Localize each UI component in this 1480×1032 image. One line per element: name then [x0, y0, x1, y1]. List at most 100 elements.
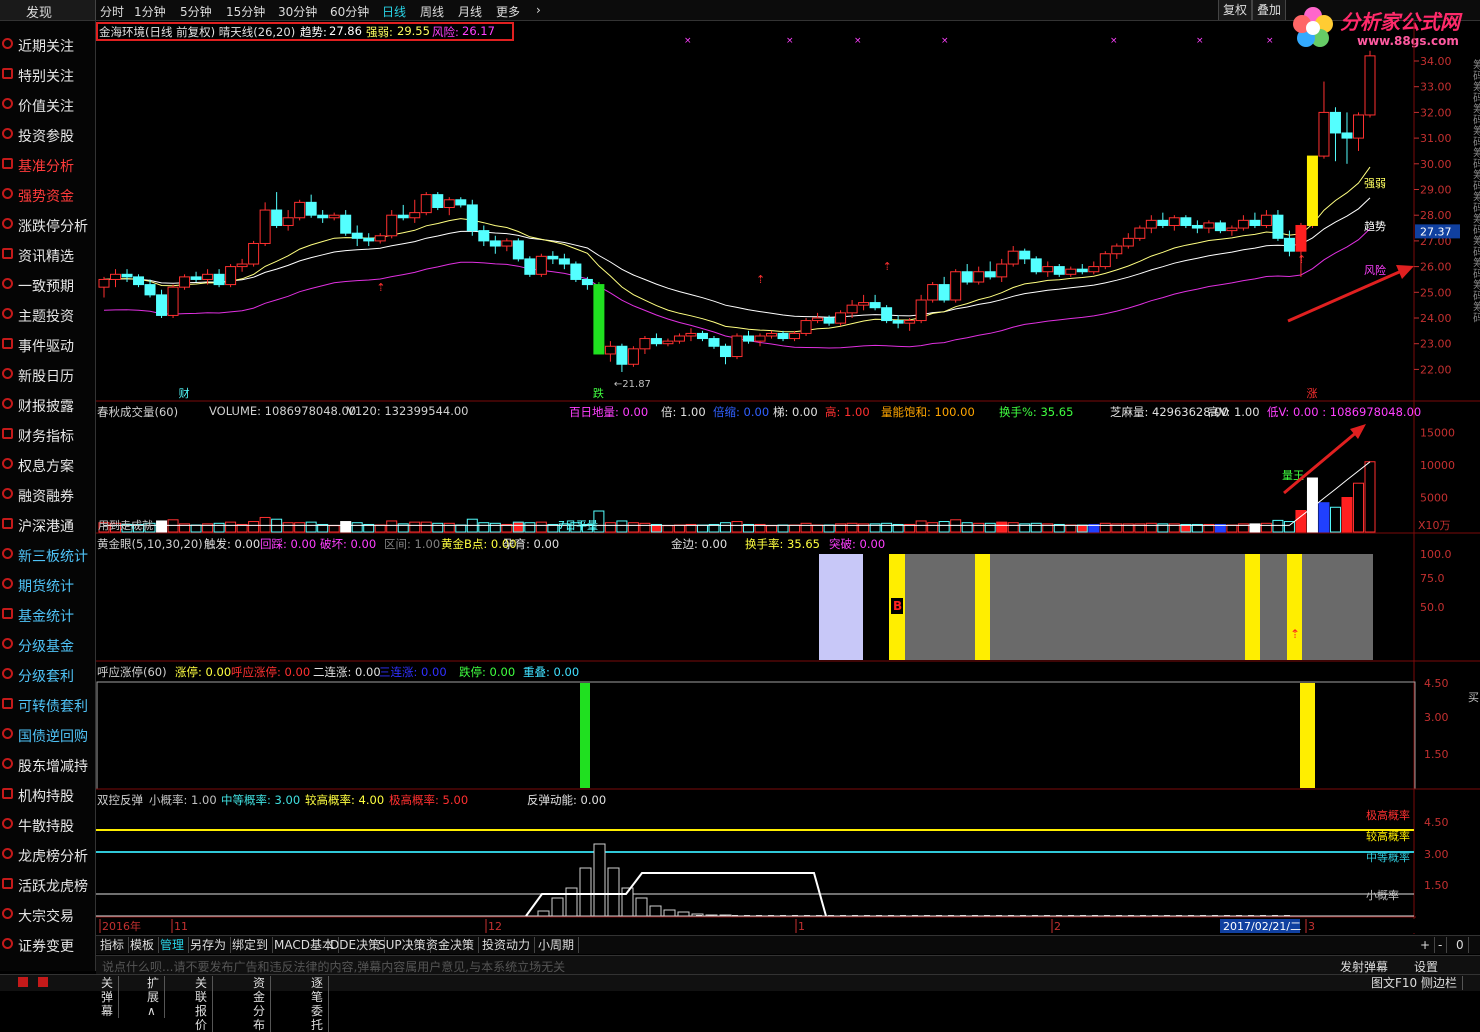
sidebar-item[interactable]: 价值关注 — [0, 89, 95, 119]
candle — [1330, 107, 1340, 161]
volume-bar — [260, 517, 270, 532]
sidebar-item[interactable]: 新三板统计 — [0, 539, 95, 569]
candle — [1146, 215, 1156, 233]
current-price-label: 27.37 — [1420, 225, 1452, 238]
zoom-button[interactable]: + — [1416, 937, 1435, 953]
sidebar-item[interactable]: 财务指标 — [0, 419, 95, 449]
high-label: 较高概率 — [1366, 829, 1410, 843]
sidebar-item[interactable]: 资讯精选 — [0, 239, 95, 269]
sidebar-item[interactable]: 股东增减持 — [0, 749, 95, 779]
x-marker: × — [1196, 36, 1204, 46]
sidebar-item[interactable]: 分级套利 — [0, 659, 95, 689]
sidebar-item[interactable]: 国债逆回购 — [0, 719, 95, 749]
sidebar-item[interactable]: 活跃龙虎榜 — [0, 869, 95, 899]
rebound-dot — [780, 915, 786, 916]
sidebar-item-icon — [2, 38, 13, 49]
period-tab[interactable]: 1分钟 — [134, 3, 166, 20]
sidebar-item[interactable]: 涨跌停分析 — [0, 209, 95, 239]
candle — [329, 213, 339, 221]
sidebar-toggle-button[interactable]: 侧边栏 — [1416, 976, 1463, 990]
candle-body — [525, 259, 535, 274]
period-tab[interactable]: 5分钟 — [180, 3, 212, 20]
candle-body — [341, 215, 351, 233]
danmu-bar: 说点什么呗...请不要发布广告和违反法律的内容,弹幕内容属用户意见,与本系统立场… — [96, 955, 1480, 974]
sidebar-item-label: 分级套利 — [18, 666, 74, 686]
indicator-tab[interactable]: 投资动力 — [478, 937, 535, 953]
period-tab[interactable]: 分时 — [100, 3, 124, 20]
sidebar-item[interactable]: 一致预期 — [0, 269, 95, 299]
discover-button[interactable]: 发现 — [0, 0, 96, 20]
sidebar-item[interactable]: 牛散持股 — [0, 809, 95, 839]
sidebar-item[interactable]: 主题投资 — [0, 299, 95, 329]
indicator-tab[interactable]: 另存为 — [186, 937, 231, 953]
sidebar-item[interactable]: 融资融券 — [0, 479, 95, 509]
volume-bar — [525, 523, 535, 532]
sidebar-item[interactable]: 机构持股 — [0, 779, 95, 809]
indicator-tab[interactable]: 模板 — [126, 937, 159, 953]
bottom-bar-button[interactable]: 资金分布 — [248, 976, 271, 1032]
indicator-tab[interactable]: 管理 — [156, 937, 189, 953]
buy-arrow-icon: ⇡ — [376, 281, 385, 294]
fuquan-button[interactable]: 复权 — [1218, 0, 1252, 20]
limit-tick-label: 3.00 — [1424, 711, 1449, 724]
danmu-settings-button[interactable]: 设置 — [1414, 958, 1438, 975]
sidebar-item[interactable]: 可转债套利 — [0, 689, 95, 719]
sidebar-item[interactable]: 事件驱动 — [0, 329, 95, 359]
send-danmu-button[interactable]: 发射弹幕 — [1340, 958, 1388, 975]
chevron-right-icon[interactable]: › — [536, 3, 541, 17]
period-tab[interactable]: 60分钟 — [330, 3, 369, 20]
period-tab[interactable]: 15分钟 — [226, 3, 265, 20]
indicator-tab[interactable]: 资金决策 — [422, 937, 479, 953]
danmu-input[interactable]: 说点什么呗...请不要发布广告和违反法律的内容,弹幕内容属用户意见,与本系统立场… — [102, 958, 565, 975]
sidebar-item[interactable]: 基金统计 — [0, 599, 95, 629]
square-icon[interactable] — [38, 977, 48, 987]
indicator-tab[interactable]: 指标 — [96, 937, 129, 953]
indicator-value: 高: 1.00 — [825, 404, 870, 420]
candle-body — [640, 339, 650, 349]
period-tab[interactable]: 周线 — [420, 3, 444, 20]
indicator-value: 回踩: 0.00 — [260, 536, 316, 552]
golden-bar — [975, 554, 990, 660]
candle-body — [536, 256, 546, 274]
candle — [709, 336, 719, 349]
candle — [433, 192, 443, 210]
period-tab[interactable]: 30分钟 — [278, 3, 317, 20]
sidebar-item[interactable]: 证券变更 — [0, 929, 95, 959]
bottom-bar-button[interactable]: 逐笔委托 — [306, 976, 329, 1032]
volume-bar — [767, 526, 777, 532]
sidebar-item[interactable]: 分级基金 — [0, 629, 95, 659]
sidebar-item[interactable]: 沪深港通 — [0, 509, 95, 539]
volume-bar — [490, 523, 500, 532]
volume-bar — [605, 523, 615, 532]
sidebar-item[interactable]: 基准分析 — [0, 149, 95, 179]
candle — [1008, 246, 1018, 267]
zoom-button[interactable]: 0 — [1452, 937, 1469, 953]
sidebar-item[interactable]: 财报披露 — [0, 389, 95, 419]
volume-bar — [1031, 523, 1041, 532]
sidebar-item[interactable]: 大宗交易 — [0, 899, 95, 929]
sidebar-item-icon — [2, 98, 13, 109]
indicator-tab[interactable]: 绑定到 — [228, 937, 273, 953]
sidebar-item[interactable]: 强势资金 — [0, 179, 95, 209]
bottom-bar-button[interactable]: 关弹幕 — [96, 976, 119, 1018]
sidebar-item[interactable]: 龙虎榜分析 — [0, 839, 95, 869]
sidebar-item[interactable]: 近期关注 — [0, 29, 95, 59]
sidebar-item[interactable]: 投资参股 — [0, 119, 95, 149]
candle — [1020, 249, 1030, 264]
sidebar-item[interactable]: 新股日历 — [0, 359, 95, 389]
candle — [237, 259, 247, 272]
period-tab[interactable]: 月线 — [458, 3, 482, 20]
sidebar-item[interactable]: 权息方案 — [0, 449, 95, 479]
zoom-button[interactable]: - — [1434, 937, 1447, 953]
sidebar-item[interactable]: 期货统计 — [0, 569, 95, 599]
period-tab[interactable]: 日线 — [382, 3, 406, 20]
bottom-bar-button[interactable]: 扩展∧ — [142, 976, 165, 1018]
f10-button[interactable]: 图文F10 — [1366, 976, 1423, 990]
sidebar-item[interactable]: 特别关注 — [0, 59, 95, 89]
diejia-button[interactable]: 叠加 — [1252, 0, 1286, 20]
indicator-tab[interactable]: 小周期 — [534, 937, 579, 953]
bottom-bar-button[interactable]: 关联报价 — [190, 976, 213, 1032]
period-tab[interactable]: 更多 — [496, 3, 520, 20]
candle-body — [790, 333, 800, 338]
square-icon[interactable] — [18, 977, 28, 987]
